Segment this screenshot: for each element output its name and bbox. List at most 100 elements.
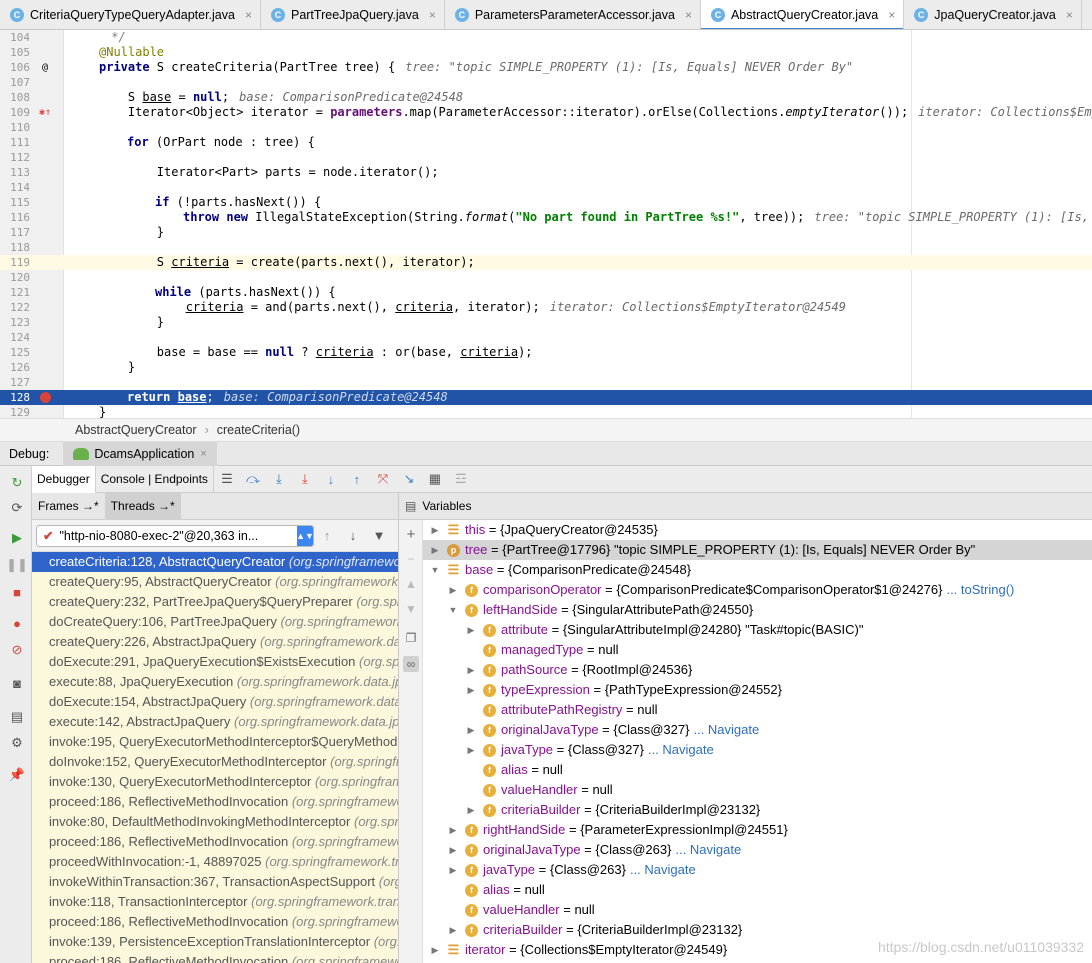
expand-icon[interactable]: ▶: [447, 920, 459, 940]
expand-icon[interactable]: ▶: [465, 660, 477, 680]
pause-icon[interactable]: ❚❚: [6, 556, 28, 574]
breadcrumb-class[interactable]: AbstractQueryCreator: [75, 423, 197, 437]
expand-icon[interactable]: ▶: [447, 820, 459, 840]
variable-row[interactable]: ▶ f attribute = {SingularAttributeImpl@242…: [423, 620, 1092, 640]
editor-tab[interactable]: ICriteriaBuilder.: [1082, 0, 1092, 29]
collapse-icon[interactable]: ▼: [429, 560, 441, 580]
arrow-up-icon[interactable]: ↑: [314, 528, 340, 543]
stack-frame[interactable]: proceed:186, ReflectiveMethodInvocation …: [32, 792, 398, 812]
step-over-icon[interactable]: ⤓: [266, 466, 292, 493]
variable-row[interactable]: f valueHandler = null: [423, 900, 1092, 920]
variable-action-link[interactable]: ... toString(): [946, 580, 1014, 600]
stack-frame[interactable]: createCriteria:128, AbstractQueryCreator…: [32, 552, 398, 572]
expand-icon[interactable]: ▶: [429, 540, 441, 560]
frames-list[interactable]: createCriteria:128, AbstractQueryCreator…: [32, 552, 398, 963]
rerun-icon[interactable]: ↻: [8, 474, 26, 492]
variable-action-link[interactable]: ... Navigate: [693, 720, 759, 740]
variable-row[interactable]: ▶ f javaType = {Class@327} ... Navigate: [423, 740, 1092, 760]
variable-row[interactable]: f attributePathRegistry = null: [423, 700, 1092, 720]
editor-tab[interactable]: C CriteriaQueryTypeQueryAdapter.java ×: [0, 0, 261, 29]
variables-tree[interactable]: ▶ ☰ this = {JpaQueryCreator@24535} ▶ p tree =…: [423, 520, 1092, 963]
close-icon[interactable]: ×: [888, 8, 895, 22]
settings-icon[interactable]: ⚙: [8, 734, 26, 752]
glasses-icon[interactable]: ∞: [403, 656, 419, 672]
variable-action-link[interactable]: ... Navigate: [630, 860, 696, 880]
implementation-marker-icon[interactable]: ✱↑: [37, 105, 53, 120]
variable-row[interactable]: ▶ f originalJavaType = {Class@327}... Navi…: [423, 720, 1092, 740]
move-down-icon[interactable]: ▼: [403, 601, 419, 617]
stack-frame[interactable]: execute:88, JpaQueryExecution (org.sprin…: [32, 672, 398, 692]
mute-breakpoints-icon[interactable]: ⊘: [8, 641, 26, 659]
collapse-icon[interactable]: ▼: [447, 600, 459, 620]
variable-row[interactable]: ▶ f rightHandSide = {ParameterExpressionIm…: [423, 820, 1092, 840]
stack-frame[interactable]: createQuery:232, PartTreeJpaQuery$QueryP…: [32, 592, 398, 612]
evaluate-expression-icon[interactable]: ▦: [422, 466, 448, 493]
variable-row[interactable]: ▶ f javaType = {Class@263} ... Navigate: [423, 860, 1092, 880]
expand-icon[interactable]: ▶: [447, 860, 459, 880]
view-breakpoints-icon[interactable]: ●: [8, 614, 26, 632]
variable-row[interactable]: ▶ p tree = {PartTree@17796} "topic SIMPLE_…: [423, 540, 1092, 560]
thread-select[interactable]: ✔ "http-nio-8080-exec-2"@20,363 in... ▲▼: [36, 524, 314, 547]
expand-icon[interactable]: ▶: [465, 740, 477, 760]
expand-icon[interactable]: ▶: [429, 940, 441, 960]
variable-action-link[interactable]: ... Navigate: [675, 840, 741, 860]
variable-row[interactable]: ▶ f pathSource = {RootImpl@24536}: [423, 660, 1092, 680]
run-to-cursor-icon[interactable]: ↘: [396, 466, 422, 493]
close-icon[interactable]: ×: [200, 448, 206, 460]
expand-icon[interactable]: ▶: [429, 520, 441, 540]
step-into-icon[interactable]: ↓: [318, 466, 344, 493]
variable-row[interactable]: ▶ f typeExpression = {PathTypeExpression@2…: [423, 680, 1092, 700]
variable-action-link[interactable]: ... Navigate: [648, 740, 714, 760]
stack-frame[interactable]: invoke:195, QueryExecutorMethodIntercept…: [32, 732, 398, 752]
resume-icon[interactable]: ▶: [8, 529, 26, 547]
override-marker-icon[interactable]: @: [37, 60, 53, 75]
stop-icon[interactable]: ■: [8, 583, 26, 601]
editor-tab[interactable]: C PartTreeJpaQuery.java ×: [261, 0, 445, 29]
expand-icon[interactable]: ▶: [447, 840, 459, 860]
stack-frame[interactable]: proceed:186, ReflectiveMethodInvocation …: [32, 912, 398, 932]
pin-icon[interactable]: 📌: [8, 766, 26, 784]
variable-row[interactable]: ▼ ☰ base = {ComparisonPredicate@24548}: [423, 560, 1092, 580]
stack-frame[interactable]: doExecute:291, JpaQueryExecution$ExistsE…: [32, 652, 398, 672]
close-icon[interactable]: ×: [429, 8, 436, 22]
stack-frame[interactable]: doCreateQuery:106, PartTreeJpaQuery (org…: [32, 612, 398, 632]
run-config-tab[interactable]: DcamsApplication ×: [63, 441, 217, 466]
step-out-icon[interactable]: ↑: [344, 466, 370, 493]
variable-row[interactable]: f valueHandler = null: [423, 780, 1092, 800]
copy-icon[interactable]: ❐: [403, 630, 419, 646]
stack-frame[interactable]: doExecute:154, AbstractJpaQuery (org.spr…: [32, 692, 398, 712]
drop-frame-icon[interactable]: ⤧: [370, 466, 396, 493]
variable-row[interactable]: ▼ f leftHandSide = {SingularAttributePath@…: [423, 600, 1092, 620]
expand-icon[interactable]: ▶: [447, 580, 459, 600]
variable-row[interactable]: f alias = null: [423, 760, 1092, 780]
tab-debugger[interactable]: Debugger: [32, 465, 96, 493]
variable-row[interactable]: ▶ ☰ this = {JpaQueryCreator@24535}: [423, 520, 1092, 540]
force-step-into-icon[interactable]: ⤓: [292, 466, 318, 493]
breadcrumb-method[interactable]: createCriteria(): [217, 423, 300, 437]
close-icon[interactable]: ×: [245, 8, 252, 22]
show-execution-point-icon[interactable]: ⤼: [240, 466, 266, 493]
layout-icon[interactable]: ▤: [8, 708, 26, 726]
variable-row[interactable]: ▶ f criteriaBuilder = {CriteriaBuilderImpl…: [423, 920, 1092, 940]
menu-icon[interactable]: ☰: [214, 466, 240, 493]
stack-frame[interactable]: createQuery:226, AbstractJpaQuery (org.s…: [32, 632, 398, 652]
editor-tab[interactable]: C ParametersParameterAccessor.java ×: [445, 0, 701, 29]
move-up-icon[interactable]: ▲: [403, 576, 419, 592]
editor-tab[interactable]: C AbstractQueryCreator.java ×: [700, 0, 905, 29]
filter-icon[interactable]: ▼: [366, 528, 392, 543]
breakpoint-icon[interactable]: [37, 390, 53, 405]
expand-icon[interactable]: ▶: [465, 800, 477, 820]
trace-stream-icon[interactable]: ☲: [448, 466, 474, 493]
tab-console-endpoints[interactable]: Console | Endpoints: [96, 465, 214, 493]
stack-frame[interactable]: proceed:186, ReflectiveMethodInvocation …: [32, 832, 398, 852]
close-icon[interactable]: ×: [1066, 8, 1073, 22]
variable-row[interactable]: f alias = null: [423, 880, 1092, 900]
expand-icon[interactable]: ▶: [465, 680, 477, 700]
restart-icon[interactable]: ⟳: [8, 499, 26, 517]
variable-row[interactable]: ▶ f criteriaBuilder = {CriteriaBuilderImpl…: [423, 800, 1092, 820]
expand-icon[interactable]: ▶: [465, 720, 477, 740]
stack-frame[interactable]: createQuery:95, AbstractQueryCreator (or…: [32, 572, 398, 592]
code-editor[interactable]: 104 */ 105 @Nullable 106 @ private S create…: [0, 30, 1092, 418]
variable-row[interactable]: ▶ f comparisonOperator = {ComparisonPredic…: [423, 580, 1092, 600]
tab-threads[interactable]: Threads →*: [104, 492, 181, 520]
